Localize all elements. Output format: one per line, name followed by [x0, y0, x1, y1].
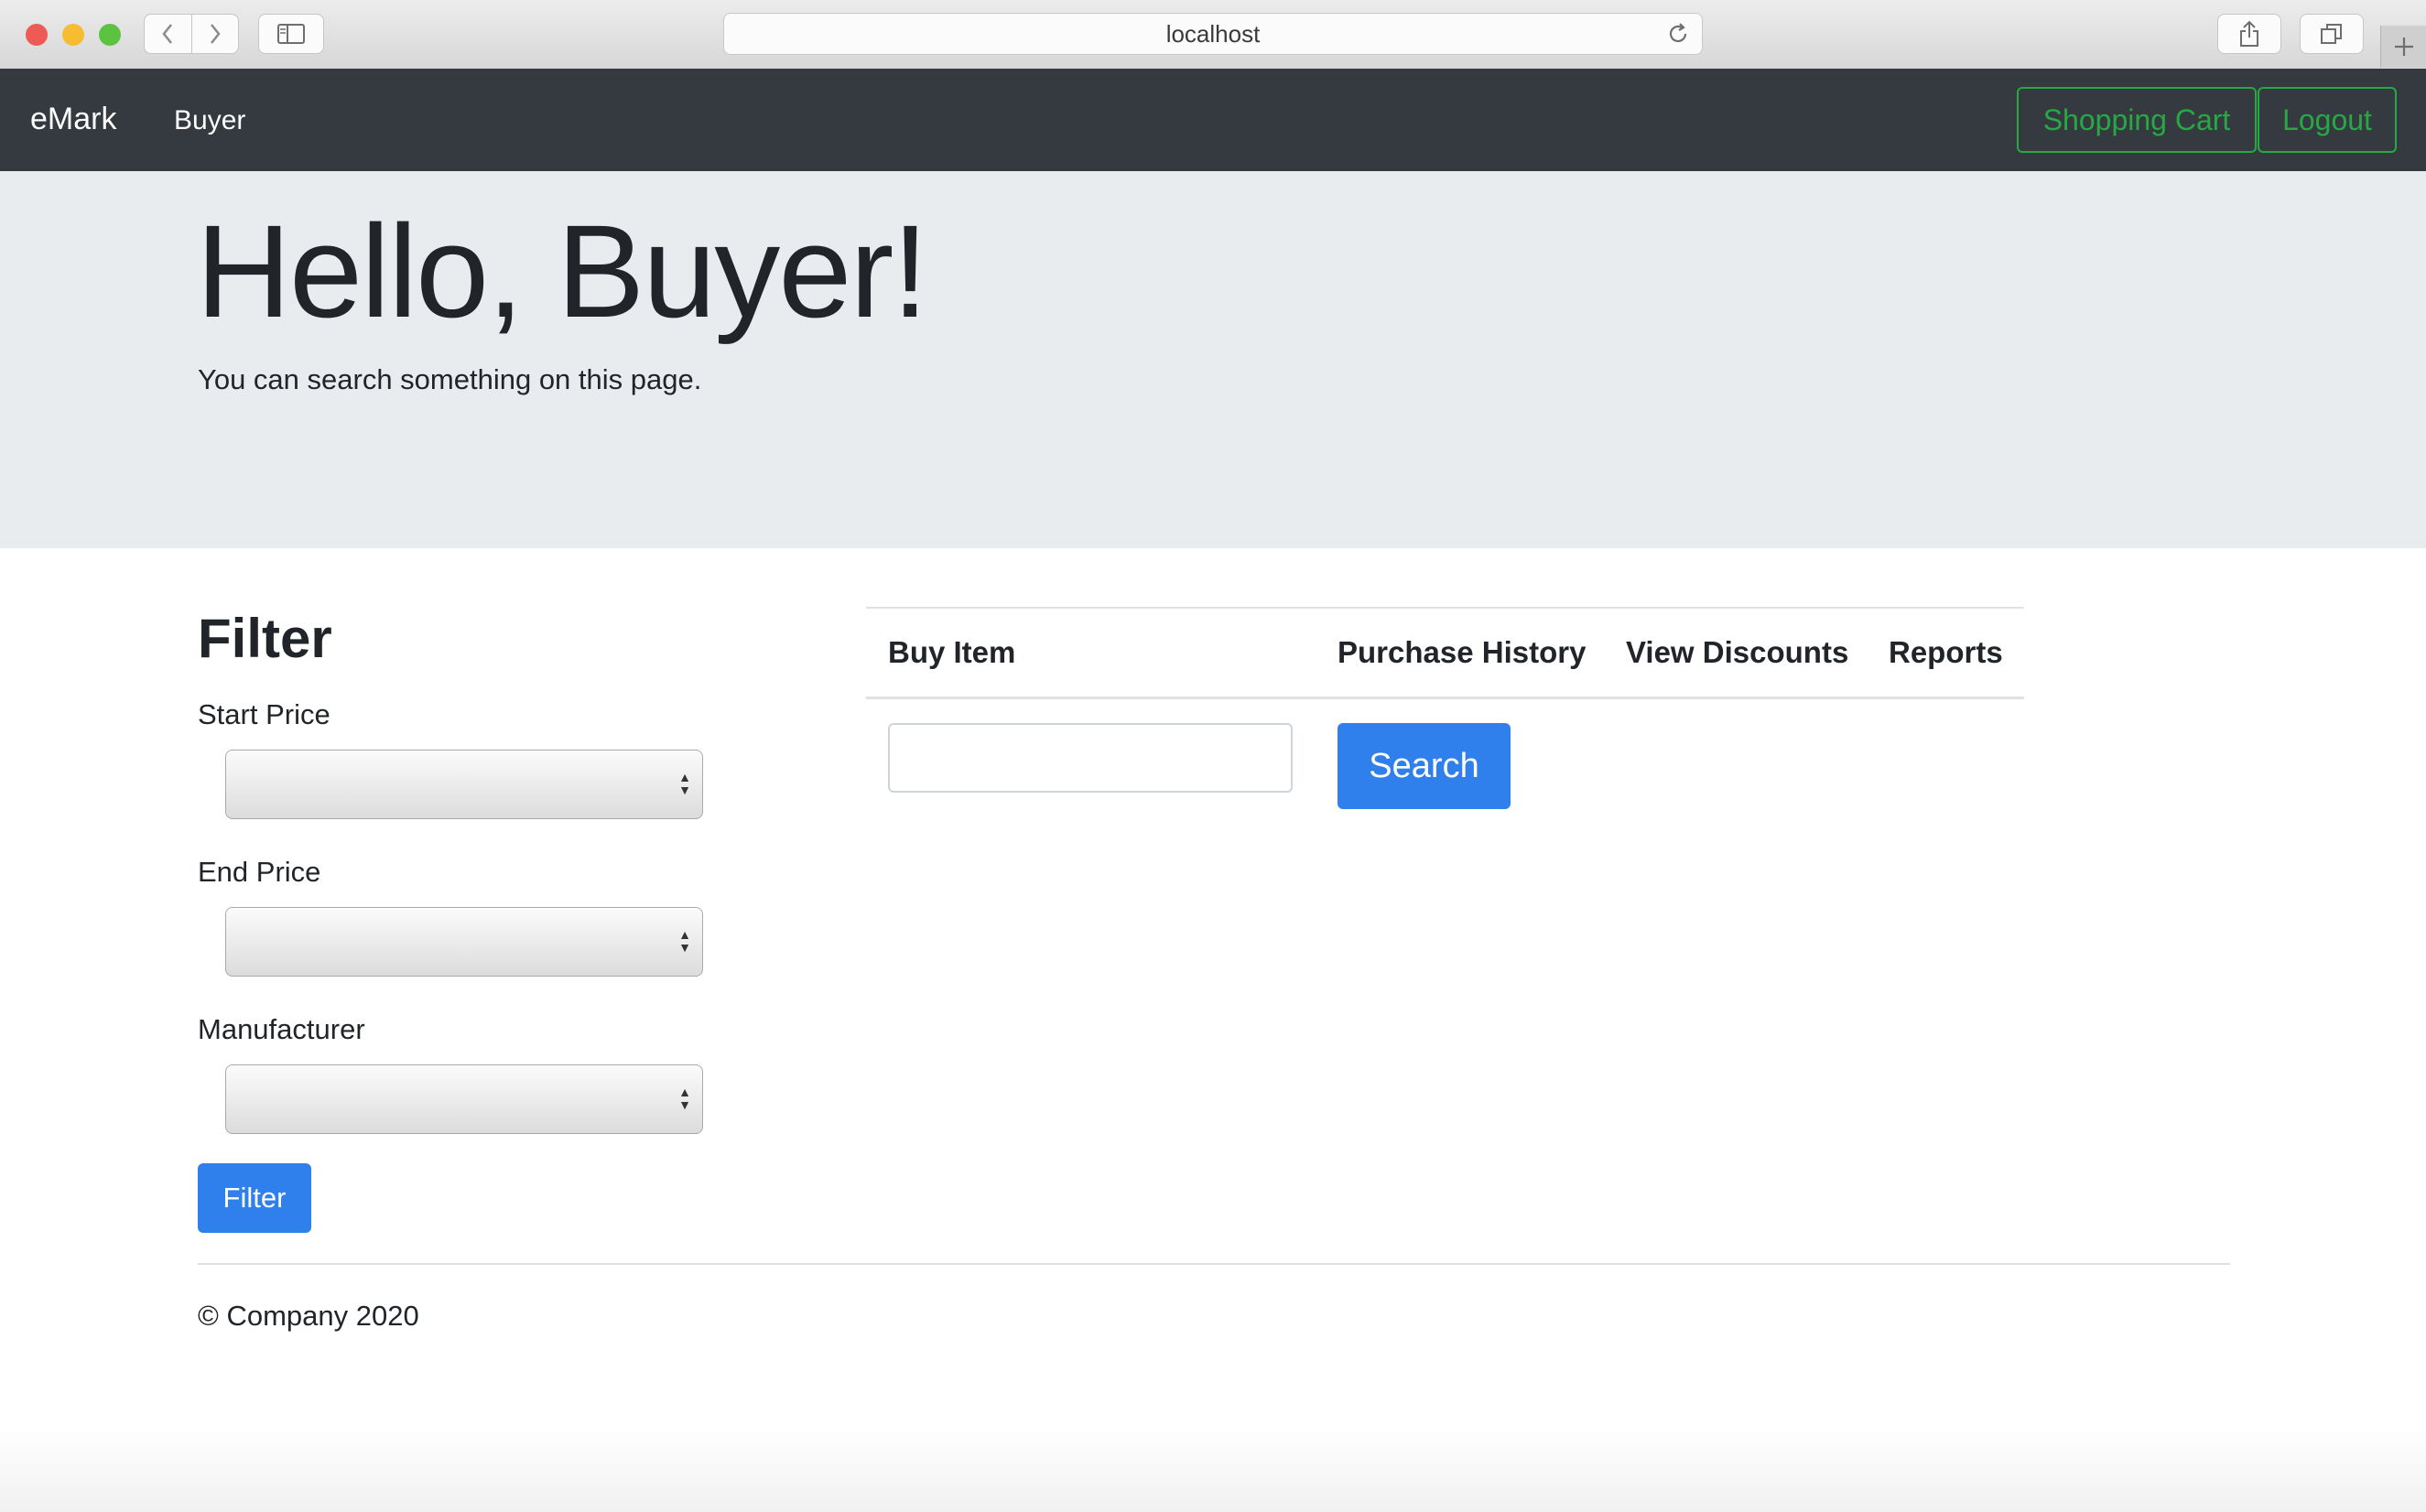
minimize-window-button[interactable]: [62, 24, 84, 46]
select-arrows-icon: ▲ ▼: [678, 927, 691, 955]
browser-titlebar: localhost: [0, 0, 2426, 70]
lead-text: You can search something on this page.: [198, 363, 702, 395]
maximize-window-button[interactable]: [99, 24, 121, 46]
tabs-overview-button[interactable]: [2300, 14, 2364, 54]
tab-buy-item[interactable]: Buy Item: [888, 637, 1015, 667]
reload-icon[interactable]: [1665, 21, 1691, 47]
select-arrows-icon: ▲ ▼: [678, 1085, 691, 1112]
sidebar-toggle-button[interactable]: [258, 14, 324, 54]
footer-copyright: © Company 2020: [198, 1300, 419, 1332]
tabs-icon: [2321, 24, 2342, 44]
address-bar[interactable]: localhost: [723, 13, 1703, 55]
history-nav: [144, 14, 239, 54]
start-price-select[interactable]: ▲ ▼: [225, 750, 703, 819]
logout-button[interactable]: Logout: [2258, 87, 2397, 153]
tab-purchase-history[interactable]: Purchase History: [1338, 637, 1586, 667]
plus-icon: [2395, 38, 2413, 56]
filter-heading: Filter: [198, 608, 332, 669]
manufacturer-select[interactable]: ▲ ▼: [225, 1064, 703, 1134]
page-title: Hello, Buyer!: [196, 198, 928, 345]
tabs-top-border: [866, 607, 2024, 609]
start-price-label: Start Price: [198, 698, 330, 730]
chevron-left-icon: [162, 24, 173, 44]
back-button[interactable]: [145, 15, 191, 53]
tab-view-discounts[interactable]: View Discounts: [1626, 637, 1848, 667]
search-input[interactable]: [888, 723, 1293, 793]
share-icon: [2240, 20, 2258, 47]
url-text: localhost: [1165, 19, 1261, 48]
share-button[interactable]: [2217, 14, 2281, 54]
tabs-bottom-border: [866, 697, 2024, 699]
manufacturer-label: Manufacturer: [198, 1013, 365, 1045]
tab-reports[interactable]: Reports: [1889, 637, 2003, 667]
search-button[interactable]: Search: [1338, 723, 1511, 809]
chevron-right-icon: [210, 24, 221, 44]
select-arrows-icon: ▲ ▼: [678, 770, 691, 797]
navbar: eMark Buyer Shopping Cart Logout: [0, 69, 2426, 171]
nav-link-buyer[interactable]: Buyer: [174, 107, 245, 135]
brand-link[interactable]: eMark: [30, 103, 116, 135]
window-bottom-edge: [0, 1428, 2426, 1512]
close-window-button[interactable]: [26, 24, 48, 46]
footer-divider: [198, 1263, 2230, 1265]
shopping-cart-button[interactable]: Shopping Cart: [2017, 87, 2257, 153]
sidebar-icon: [277, 24, 305, 44]
filter-button[interactable]: Filter: [198, 1163, 311, 1233]
jumbotron: Hello, Buyer! You can search something o…: [0, 171, 2426, 548]
end-price-label: End Price: [198, 856, 321, 888]
new-tab-button[interactable]: [2380, 26, 2426, 68]
forward-button[interactable]: [190, 15, 239, 53]
end-price-select[interactable]: ▲ ▼: [225, 907, 703, 977]
